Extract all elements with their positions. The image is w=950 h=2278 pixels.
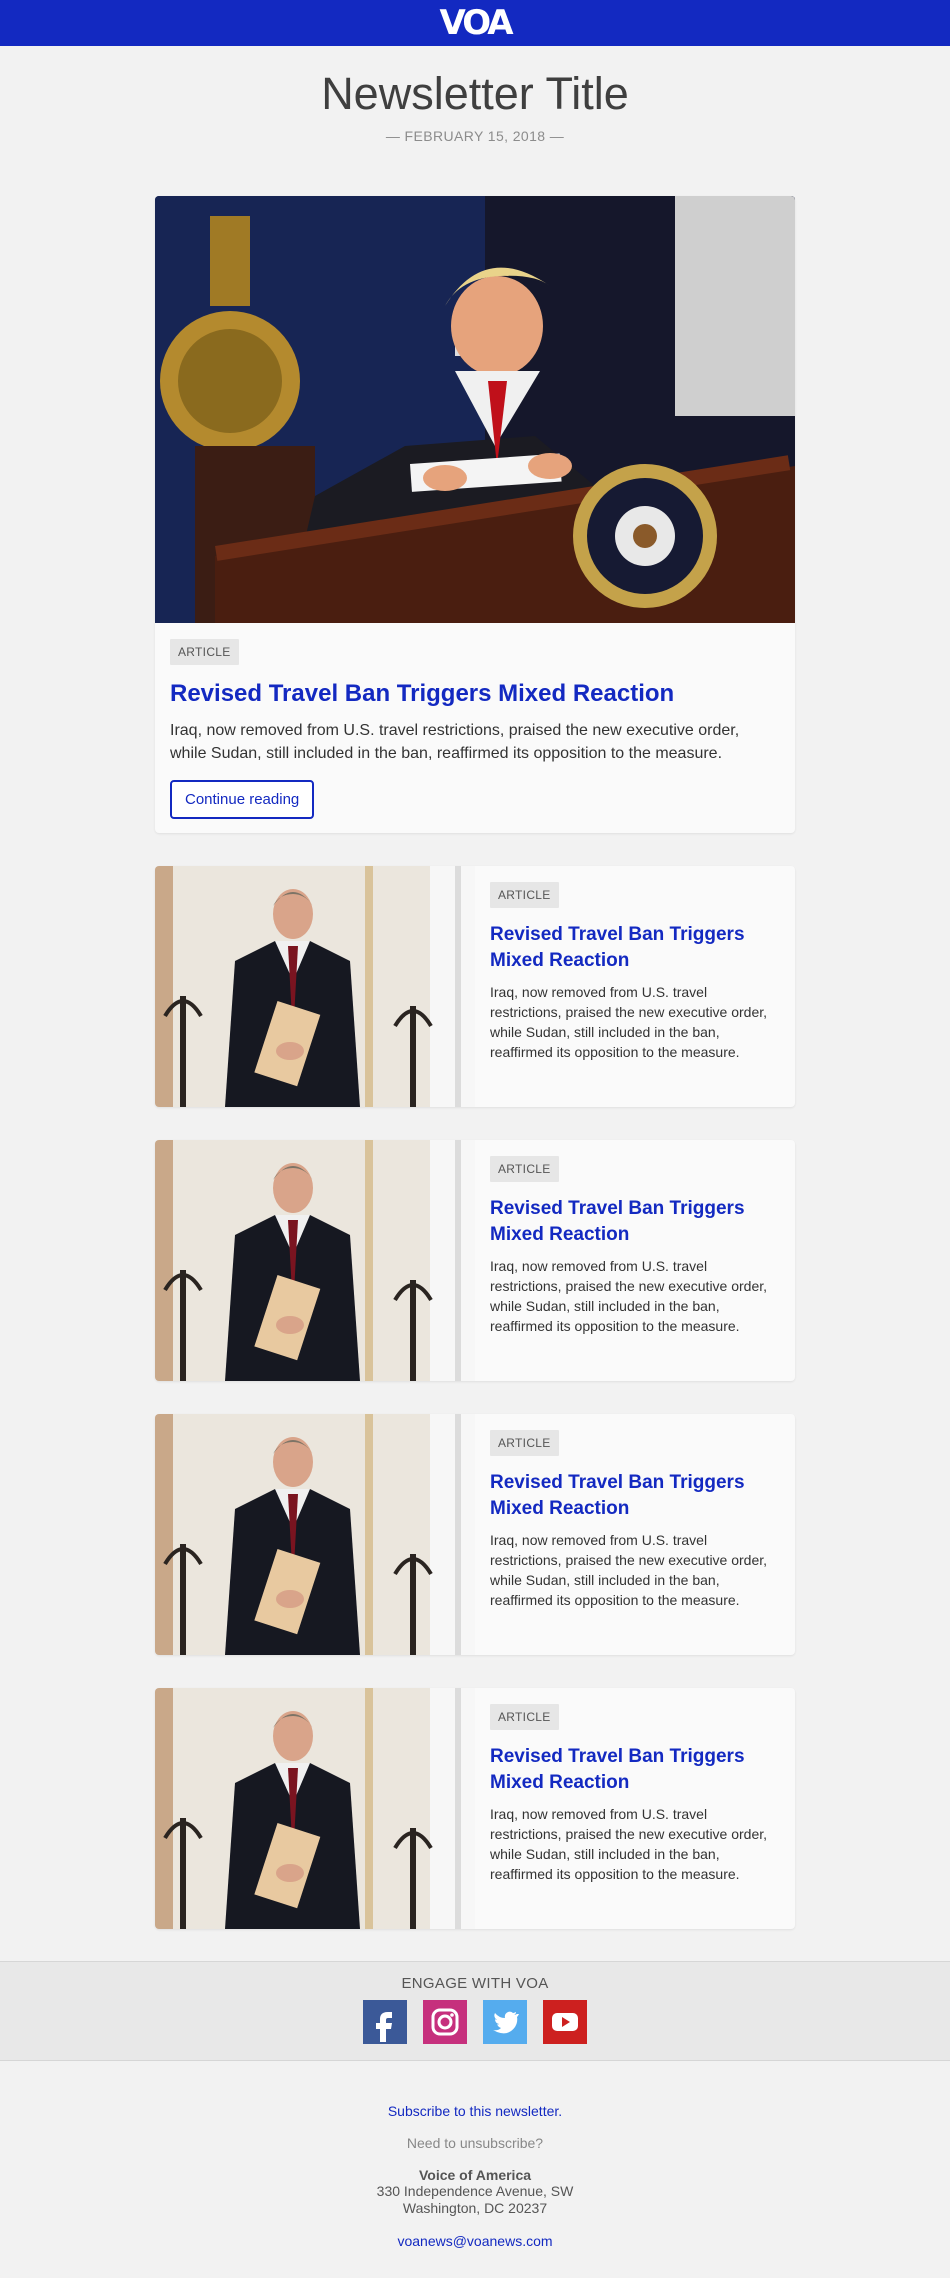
hero-headline-link[interactable]: Revised Travel Ban Triggers Mixed Reacti… xyxy=(170,679,780,709)
article-image[interactable] xyxy=(155,1140,475,1381)
address-line-1: 330 Independence Avenue, SW xyxy=(376,2183,574,2199)
article-card: ARTICLE Revised Travel Ban Triggers Mixe… xyxy=(155,866,795,1107)
article-headline-link[interactable]: Revised Travel Ban Triggers Mixed Reacti… xyxy=(490,1470,780,1522)
social-links xyxy=(0,2000,950,2044)
article-photo xyxy=(155,866,475,1107)
article-card: ARTICLE Revised Travel Ban Triggers Mixe… xyxy=(155,1140,795,1381)
engage-title: ENGAGE WITH VOA xyxy=(401,1975,549,1992)
article-image[interactable] xyxy=(155,866,475,1107)
article-body: ARTICLE Revised Travel Ban Triggers Mixe… xyxy=(475,866,795,1107)
article-summary: Iraq, now removed from U.S. travel restr… xyxy=(490,1806,768,1882)
article-body: ARTICLE Revised Travel Ban Triggers Mixe… xyxy=(475,1140,795,1381)
hero-image[interactable] xyxy=(155,196,795,623)
organization-name: Voice of America xyxy=(418,2167,532,2183)
article-card: ARTICLE Revised Travel Ban Triggers Mixe… xyxy=(155,1414,795,1655)
email-link[interactable]: voanews@voanews.com xyxy=(0,2233,950,2249)
article-card: ARTICLE Revised Travel Ban Triggers Mixe… xyxy=(155,1688,795,1929)
hero-article-body: ARTICLE Revised Travel Ban Triggers Mixe… xyxy=(155,623,795,833)
instagram-icon[interactable] xyxy=(423,2000,467,2044)
page-title: Newsletter Title xyxy=(321,68,629,119)
unsubscribe-link[interactable]: Need to unsubscribe? xyxy=(0,2135,950,2151)
article-image[interactable] xyxy=(155,1414,475,1655)
newsletter-date: — FEBRUARY 15, 2018 — xyxy=(385,128,565,144)
newsletter-header: Newsletter Title — FEBRUARY 15, 2018 — xyxy=(0,46,950,196)
youtube-icon[interactable] xyxy=(543,2000,587,2044)
article-tag: ARTICLE xyxy=(490,1704,559,1730)
article-summary: Iraq, now removed from U.S. travel restr… xyxy=(490,1532,768,1608)
article-photo xyxy=(155,1140,475,1381)
voa-logo[interactable]: VOA xyxy=(439,6,513,40)
article-tag: ARTICLE xyxy=(490,882,559,908)
footer: Subscribe to this newsletter. Need to un… xyxy=(0,2061,950,2249)
article-image[interactable] xyxy=(155,1688,475,1929)
article-photo xyxy=(155,1688,475,1929)
article-headline-link[interactable]: Revised Travel Ban Triggers Mixed Reacti… xyxy=(490,1196,780,1248)
article-headline-link[interactable]: Revised Travel Ban Triggers Mixed Reacti… xyxy=(490,1744,780,1796)
article-summary: Iraq, now removed from U.S. travel restr… xyxy=(490,1258,768,1334)
address-line-2: Washington, DC 20237 xyxy=(402,2200,548,2216)
article-photo xyxy=(155,1414,475,1655)
article-tag: ARTICLE xyxy=(490,1156,559,1182)
article-summary: Iraq, now removed from U.S. travel restr… xyxy=(490,984,768,1060)
hero-summary: Iraq, now removed from U.S. travel restr… xyxy=(170,722,740,762)
top-bar: VOA xyxy=(0,0,950,46)
continue-reading-button[interactable]: Continue reading xyxy=(170,780,315,819)
hero-photo xyxy=(155,196,795,623)
engage-section: ENGAGE WITH VOA xyxy=(0,1961,950,2061)
twitter-icon[interactable] xyxy=(483,2000,527,2044)
article-tag: ARTICLE xyxy=(490,1430,559,1456)
article-body: ARTICLE Revised Travel Ban Triggers Mixe… xyxy=(475,1688,795,1929)
subscribe-link[interactable]: Subscribe to this newsletter. xyxy=(0,2103,950,2119)
article-headline-link[interactable]: Revised Travel Ban Triggers Mixed Reacti… xyxy=(490,922,780,974)
article-tag: ARTICLE xyxy=(170,639,239,665)
facebook-icon[interactable] xyxy=(363,2000,407,2044)
hero-article-card: ARTICLE Revised Travel Ban Triggers Mixe… xyxy=(155,196,795,833)
article-body: ARTICLE Revised Travel Ban Triggers Mixe… xyxy=(475,1414,795,1655)
